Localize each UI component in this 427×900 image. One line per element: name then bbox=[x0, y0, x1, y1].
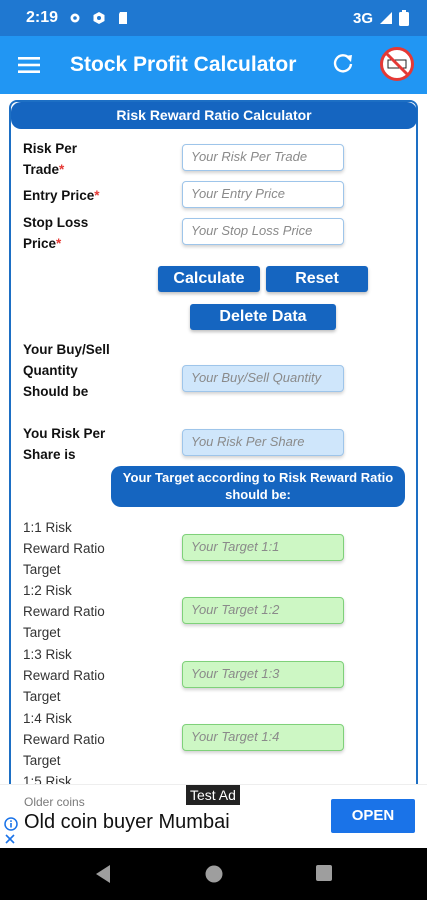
ad-subtitle: Older coins bbox=[24, 795, 85, 809]
recents-icon[interactable] bbox=[315, 864, 333, 882]
required-mark: * bbox=[59, 162, 65, 177]
entry-price-input[interactable]: Your Entry Price bbox=[182, 181, 344, 208]
battery-icon bbox=[399, 10, 409, 26]
remove-ads-button[interactable] bbox=[377, 44, 417, 84]
hamburger-menu-icon bbox=[18, 57, 40, 73]
status-time: 2:19 bbox=[26, 9, 59, 26]
reset-button[interactable]: Reset bbox=[266, 266, 368, 292]
risk-per-trade-input[interactable]: Your Risk Per Trade bbox=[182, 144, 344, 171]
targets-header: Your Target according to Risk Reward Rat… bbox=[111, 466, 405, 507]
ad-info-icon[interactable] bbox=[4, 817, 18, 831]
ad-headline[interactable]: Old coin buyer Mumbai bbox=[24, 811, 230, 834]
target-1-5-label: 1:5 Risk bbox=[23, 774, 72, 784]
risk-per-trade-label-text: Risk Per Trade bbox=[23, 141, 78, 177]
system-nav-bar bbox=[0, 848, 427, 900]
stop-loss-input[interactable]: Your Stop Loss Price bbox=[182, 218, 344, 245]
hexagon-icon bbox=[93, 12, 105, 24]
home-icon[interactable] bbox=[204, 864, 224, 884]
ad-open-button[interactable]: OPEN bbox=[331, 799, 415, 833]
target-1-3-output[interactable]: Your Target 1:3 bbox=[182, 661, 344, 688]
calculate-button[interactable]: Calculate bbox=[158, 266, 260, 292]
entry-price-label-text: Entry Price bbox=[23, 188, 95, 203]
quantity-output[interactable]: Your Buy/Sell Quantity bbox=[182, 365, 344, 392]
risk-per-share-label: You Risk Per Share is bbox=[23, 426, 106, 462]
section-header: Risk Reward Ratio Calculator bbox=[11, 102, 417, 129]
target-1-1-label: 1:1 Risk Reward Ratio Target bbox=[23, 520, 105, 577]
risk-per-trade-label: Risk Per Trade* bbox=[23, 138, 83, 180]
delete-data-button[interactable]: Delete Data bbox=[190, 304, 336, 330]
network-type: 3G bbox=[352, 9, 373, 27]
ad-close-icon[interactable] bbox=[4, 833, 16, 845]
sd-card-icon bbox=[119, 12, 128, 24]
target-1-3-label: 1:3 Risk Reward Ratio Target bbox=[23, 647, 105, 704]
target-1-2-output[interactable]: Your Target 1:2 bbox=[182, 597, 344, 624]
refresh-icon bbox=[333, 54, 353, 73]
signal-icon bbox=[380, 12, 392, 24]
menu-button[interactable] bbox=[0, 36, 58, 94]
required-mark: * bbox=[94, 188, 100, 203]
no-ads-icon bbox=[380, 47, 414, 81]
entry-price-label: Entry Price* bbox=[23, 185, 173, 206]
required-mark: * bbox=[56, 236, 62, 251]
stop-loss-label: Stop Loss Price* bbox=[23, 212, 93, 254]
app-bar: Stock Profit Calculator bbox=[0, 36, 427, 94]
app-title: Stock Profit Calculator bbox=[70, 53, 297, 76]
clipped-row: 1:5 Risk bbox=[0, 771, 427, 784]
target-1-2-label: 1:2 Risk Reward Ratio Target bbox=[23, 583, 105, 640]
ad-tag: Test Ad bbox=[186, 785, 240, 805]
risk-per-share-output[interactable]: You Risk Per Share bbox=[182, 429, 344, 456]
target-1-4-label: 1:4 Risk Reward Ratio Target bbox=[23, 711, 105, 768]
target-1-1-output[interactable]: Your Target 1:1 bbox=[182, 534, 344, 561]
status-bar: 2:19 3G bbox=[0, 0, 427, 36]
target-1-4-output[interactable]: Your Target 1:4 bbox=[182, 724, 344, 751]
refresh-button[interactable] bbox=[323, 44, 363, 84]
settings-icon bbox=[70, 13, 80, 23]
quantity-label: Your Buy/Sell Quantity Should be bbox=[23, 342, 110, 399]
back-icon[interactable] bbox=[94, 864, 112, 884]
ad-banner[interactable]: Test Ad Older coins Old coin buyer Mumba… bbox=[0, 784, 427, 848]
